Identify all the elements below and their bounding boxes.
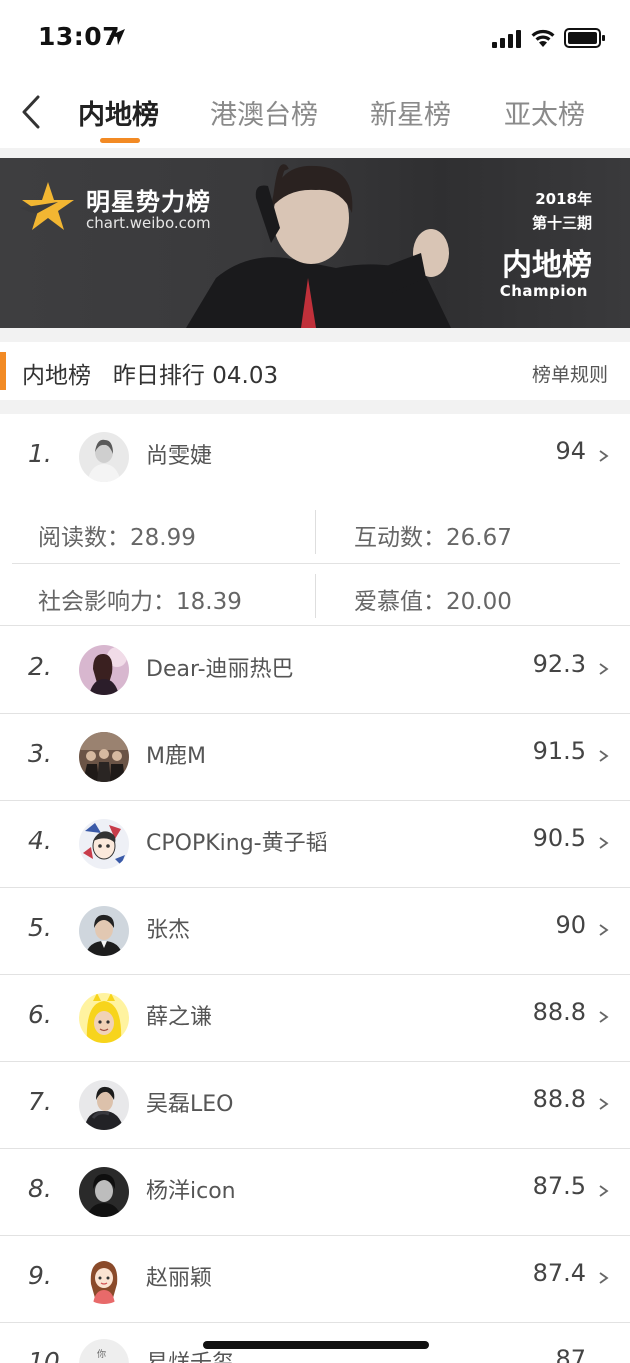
tab-asia-pacific[interactable]: 亚太榜	[504, 93, 585, 132]
avatar	[79, 1254, 129, 1304]
score: 91.5	[532, 737, 586, 765]
ranking-row[interactable]: 2. Dear-迪丽热巴 92.3	[0, 627, 630, 714]
banner-year: 2018年	[535, 190, 592, 208]
score: 90.5	[532, 824, 586, 852]
social-influence: 社会影响力：18.39	[38, 589, 242, 615]
ranking-row[interactable]: 8. 杨洋icon 87.5	[0, 1149, 630, 1236]
ranking-rules-link[interactable]: 榜单规则	[532, 360, 608, 387]
score: 90	[555, 911, 586, 939]
ranking-row[interactable]: 9. 赵丽颖 87.4	[0, 1236, 630, 1323]
chevron-right-icon	[599, 1011, 609, 1023]
score: 87	[555, 1345, 586, 1363]
star-name: 吴磊LEO	[146, 1092, 234, 1117]
star-name: 杨洋icon	[146, 1179, 236, 1204]
chevron-right-icon	[599, 1098, 609, 1110]
love-value: 爱慕值：20.00	[354, 589, 512, 615]
avatar	[79, 732, 129, 782]
star-name: CPOPKing-黄子韬	[146, 831, 328, 856]
ranking-row[interactable]: 3. M鹿M 91.5	[0, 714, 630, 801]
rank-number: 9.	[28, 1261, 52, 1290]
star-logo-icon	[20, 182, 74, 230]
ranking-row[interactable]: 7. 吴磊LEO 88.8	[0, 1062, 630, 1149]
score: 92.3	[532, 650, 586, 678]
champion-banner[interactable]: 明星势力榜 chart.weibo.com 2018年 第十三期 内地榜 Cha…	[0, 158, 630, 328]
chevron-right-icon	[599, 1272, 609, 1284]
home-indicator	[203, 1341, 429, 1349]
tab-hk-macau-taiwan[interactable]: 港澳台榜	[210, 93, 318, 132]
section-accent-bar	[0, 352, 6, 390]
divider	[12, 563, 620, 564]
location-arrow-icon	[109, 29, 125, 45]
score: 88.8	[532, 998, 586, 1026]
star-name: 薛之谦	[146, 1005, 213, 1030]
battery-icon	[564, 28, 605, 48]
ranking-row[interactable]: 1. 尚雯婕 94	[0, 414, 630, 501]
chevron-right-icon	[599, 1185, 609, 1197]
divider	[0, 148, 630, 158]
score: 94	[555, 437, 586, 465]
banner-board-title: 内地榜	[502, 248, 592, 283]
ranking-row[interactable]: 6. 薛之谦 88.8	[0, 975, 630, 1062]
ranking-row[interactable]: 4. CPOPKing-黄子韬 90.5	[0, 801, 630, 888]
star-name: M鹿M	[146, 744, 206, 769]
tab-new-star[interactable]: 新星榜	[370, 93, 451, 132]
chevron-right-icon	[599, 750, 609, 762]
star-name: Dear-迪丽热巴	[146, 657, 294, 682]
rank-number: 10.	[28, 1347, 68, 1363]
ranking-row[interactable]: 5. 张杰 90	[0, 888, 630, 975]
avatar	[79, 819, 129, 869]
divider	[315, 510, 316, 554]
avatar	[79, 1167, 129, 1217]
score: 88.8	[532, 1085, 586, 1113]
avatar	[79, 993, 129, 1043]
chevron-right-icon	[599, 663, 609, 675]
star-name: 张杰	[146, 918, 191, 943]
rank-number: 3.	[28, 739, 52, 768]
avatar	[79, 432, 129, 482]
wifi-icon	[531, 29, 555, 47]
chevron-right-icon	[599, 450, 609, 462]
star-name: 尚雯婕	[146, 444, 213, 469]
divider	[0, 400, 630, 414]
rank-number: 6.	[28, 1000, 52, 1029]
chevron-right-icon	[599, 837, 609, 849]
status-bar: 13:07	[0, 0, 630, 76]
rank-number: 1.	[28, 439, 52, 468]
svg-text:你: 你	[97, 1348, 106, 1360]
rank-number: 7.	[28, 1087, 52, 1116]
divider	[0, 328, 630, 342]
score-breakdown: 阅读数：28.99 互动数：26.67 社会影响力：18.39 爱慕值：20.0…	[0, 500, 630, 626]
active-tab-indicator	[100, 138, 140, 143]
avatar	[79, 906, 129, 956]
section-title: 内地榜 昨日排行 04.03	[22, 363, 279, 389]
champion-photo	[186, 164, 451, 328]
rank-number: 4.	[28, 826, 52, 855]
interaction-count: 互动数：26.67	[354, 525, 512, 551]
score: 87.4	[532, 1259, 586, 1287]
rank-number: 2.	[28, 652, 52, 681]
rank-number: 8.	[28, 1174, 52, 1203]
section-header: 内地榜 昨日排行 04.03 榜单规则	[0, 342, 630, 400]
divider	[0, 625, 630, 626]
top-nav: 内地榜 港澳台榜 新星榜 亚太榜	[0, 76, 630, 148]
rank-number: 5.	[28, 913, 52, 942]
read-count: 阅读数：28.99	[38, 525, 196, 551]
banner-champion-label: Champion	[499, 282, 588, 300]
star-name: 赵丽颖	[146, 1266, 213, 1291]
banner-issue: 第十三期	[531, 214, 592, 232]
avatar	[79, 645, 129, 695]
divider	[315, 574, 316, 618]
cellular-signal-icon	[492, 30, 521, 48]
chevron-right-icon	[599, 924, 609, 936]
back-arrow-icon[interactable]	[18, 93, 46, 131]
avatar	[79, 1080, 129, 1130]
avatar: 你	[79, 1339, 129, 1363]
tab-mainland[interactable]: 内地榜	[78, 93, 159, 132]
score: 87.5	[532, 1172, 586, 1200]
